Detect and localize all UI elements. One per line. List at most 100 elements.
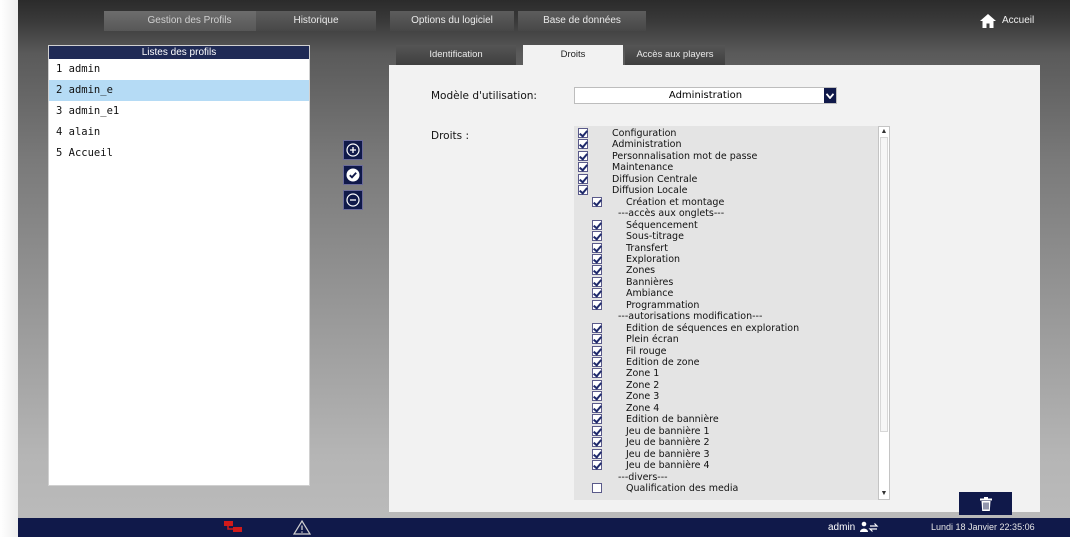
right-item[interactable]: Sous-titrage [574, 231, 874, 242]
checkbox-checked[interactable] [592, 219, 602, 230]
right-item[interactable]: Exploration [574, 253, 874, 265]
user-swap-icon[interactable] [859, 521, 879, 533]
checkbox-checked[interactable] [592, 231, 602, 242]
checkbox-checked[interactable] [592, 345, 602, 356]
status-bar: admin Lundi 18 Janvier 22:35:06 [18, 518, 1070, 537]
checkbox-checked[interactable] [592, 322, 602, 333]
right-item[interactable]: Edition de bannière [574, 414, 874, 425]
checkbox-checked[interactable] [592, 402, 602, 413]
profiles-panel: Listes des profils 1 admin 2 admin_e 3 a… [48, 45, 310, 486]
profile-item[interactable]: 4 alain [49, 122, 309, 143]
right-item[interactable]: Jeu de bannière 4 [574, 460, 874, 471]
right-item[interactable]: Jeu de bannière 2 [574, 437, 874, 448]
right-item[interactable]: Transfert [574, 242, 874, 254]
profile-item-selected[interactable]: 2 admin_e [49, 80, 309, 101]
right-item-label: Création et montage [626, 196, 725, 208]
right-item-label: ---autorisations modification--- [618, 311, 763, 323]
add-profile-button[interactable] [343, 140, 363, 160]
checkbox-checked[interactable] [592, 242, 602, 253]
clock: Lundi 18 Janvier 22:35:06 [931, 522, 1035, 532]
right-item[interactable]: Edition de zone [574, 357, 874, 368]
current-user: admin [828, 521, 879, 533]
delete-profile-button[interactable] [959, 492, 1012, 515]
right-item[interactable]: Bannières [574, 276, 874, 288]
right-item[interactable]: Configuration [574, 128, 874, 139]
profile-item[interactable]: 3 admin_e1 [49, 101, 309, 122]
checkbox-checked[interactable] [592, 357, 602, 367]
checkbox-unchecked[interactable] [592, 482, 602, 493]
checkbox-checked[interactable] [578, 139, 588, 150]
checkbox-checked[interactable] [578, 162, 588, 173]
right-item[interactable]: Zone 3 [574, 391, 874, 402]
right-item[interactable]: Zone 2 [574, 379, 874, 391]
right-item[interactable]: Diffusion Locale [574, 185, 874, 196]
tab-options-du-logiciel[interactable]: Options du logiciel [390, 11, 514, 31]
checkbox-checked[interactable] [592, 368, 602, 379]
checkbox-checked[interactable] [592, 391, 602, 402]
right-item-label: Zone 1 [626, 368, 660, 380]
check-circle-icon [346, 168, 360, 182]
right-item[interactable]: Ambiance [574, 288, 874, 299]
tab-acces-aux-players[interactable]: Accès aux players [625, 45, 725, 65]
checkbox-checked[interactable] [578, 128, 588, 138]
scrollbar-thumb[interactable] [880, 137, 888, 432]
right-item[interactable]: Jeu de bannière 1 [574, 425, 874, 437]
rights-label: Droits : [431, 130, 469, 142]
checkbox-checked[interactable] [592, 196, 602, 207]
chevron-down-icon [824, 88, 836, 103]
right-item[interactable]: Edition de séquences en exploration [574, 322, 874, 334]
right-section-header: ---divers--- [574, 472, 874, 483]
checkbox-checked[interactable] [592, 299, 602, 310]
checkbox-checked[interactable] [592, 460, 602, 471]
tab-identification[interactable]: Identification [396, 45, 516, 65]
right-item[interactable]: Zone 4 [574, 402, 874, 414]
right-item-label: Fil rouge [626, 345, 667, 357]
right-item[interactable]: Plein écran [574, 334, 874, 345]
tab-droits[interactable]: Droits [523, 45, 623, 65]
right-item[interactable]: Programmation [574, 299, 874, 311]
checkbox-checked[interactable] [578, 185, 588, 196]
tab-base-de-donnees[interactable]: Base de données [518, 11, 646, 31]
right-item[interactable]: Qualification des media [574, 482, 874, 494]
checkbox-checked[interactable] [592, 334, 602, 345]
checkbox-checked[interactable] [592, 265, 602, 276]
right-item-label: Diffusion Centrale [612, 173, 698, 185]
right-item[interactable]: Séquencement [574, 219, 874, 231]
checkbox-checked[interactable] [592, 288, 602, 299]
right-item[interactable]: Diffusion Centrale [574, 173, 874, 185]
right-item-label: Qualification des media [626, 482, 739, 494]
right-item[interactable]: Fil rouge [574, 345, 874, 357]
tab-gestion-des-profils[interactable]: Gestion des Profils [104, 11, 275, 31]
profile-item[interactable]: 5 Accueil [49, 143, 309, 164]
right-item[interactable]: Zone 1 [574, 368, 874, 379]
model-select[interactable]: Administration [574, 87, 837, 104]
right-item[interactable]: Maintenance [574, 162, 874, 173]
checkbox-checked[interactable] [592, 425, 602, 436]
right-item[interactable]: Création et montage [574, 196, 874, 208]
tab-historique[interactable]: Historique [256, 11, 376, 31]
profile-item[interactable]: 1 admin [49, 59, 309, 80]
right-item[interactable]: Personnalisation mot de passe [574, 150, 874, 162]
home-button[interactable]: Accueil [980, 11, 1034, 31]
checkbox-checked[interactable] [592, 276, 602, 287]
remove-profile-button[interactable] [343, 190, 363, 210]
checkbox-checked[interactable] [592, 437, 602, 448]
validate-profile-button[interactable] [343, 165, 363, 185]
checkbox-checked[interactable] [578, 150, 588, 161]
scroll-up-icon[interactable]: ▲ [879, 127, 889, 137]
right-item[interactable]: Zones [574, 265, 874, 276]
checkbox-checked[interactable] [592, 253, 602, 264]
rights-scrollbar[interactable]: ▲ ▼ [878, 126, 890, 500]
right-item-label: Sous-titrage [626, 231, 684, 243]
warning-icon[interactable] [293, 520, 311, 535]
network-icon[interactable] [223, 520, 245, 534]
right-item[interactable]: Jeu de bannière 3 [574, 448, 874, 460]
right-item-label: Edition de séquences en exploration [626, 322, 800, 334]
scroll-down-icon[interactable]: ▼ [879, 489, 889, 499]
checkbox-checked[interactable] [578, 173, 588, 184]
checkbox-checked[interactable] [592, 448, 602, 459]
right-item[interactable]: Administration [574, 139, 874, 150]
checkbox-checked[interactable] [592, 414, 602, 425]
checkbox-checked[interactable] [592, 379, 602, 390]
right-item-label: Programmation [626, 299, 700, 311]
